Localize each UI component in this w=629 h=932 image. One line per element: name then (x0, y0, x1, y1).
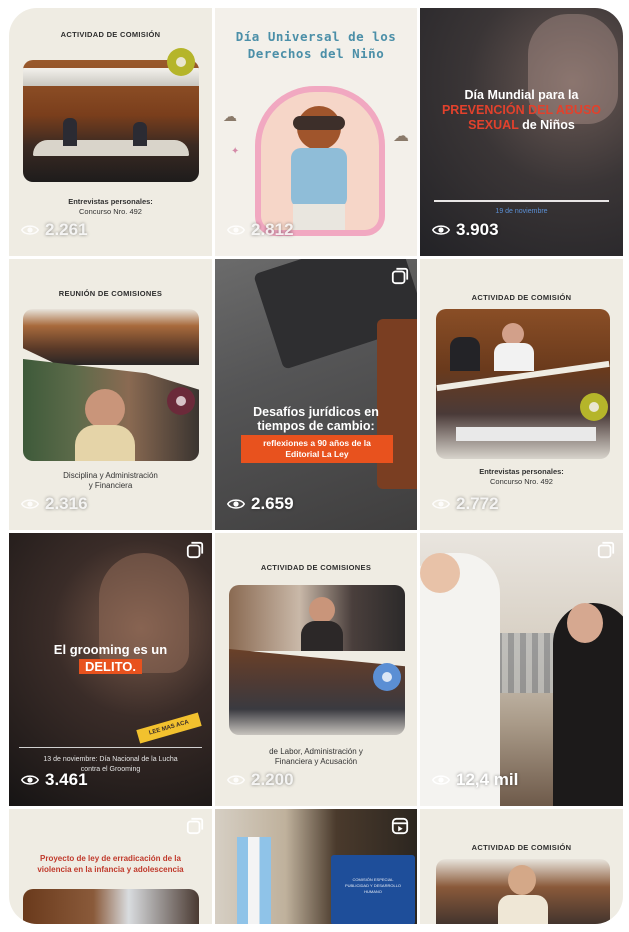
post-title: Proyecto de ley de erradicación de la vio… (37, 854, 184, 874)
eye-icon (21, 225, 39, 235)
meeting-photo (23, 309, 199, 365)
carousel-icon (186, 817, 204, 835)
post-tile-6[interactable]: ACTIVIDAD DE COMISIÓN Entrevistas person… (420, 259, 623, 530)
view-count: 2.659 (227, 494, 294, 514)
post-title: Desafíos jurídicos en tiempos de cambio: (253, 405, 379, 433)
divider (19, 747, 202, 748)
view-count: 2.316 (21, 494, 88, 514)
post-caption: de Labor, Administración y Financiera y A… (269, 747, 363, 766)
eye-icon (432, 775, 450, 785)
speaker-photo (23, 889, 199, 924)
book-photo (377, 319, 417, 489)
eye-icon (227, 225, 245, 235)
eye-icon (21, 775, 39, 785)
screen-text: COMISIÓN ESPECIAL PUBLICIDAD Y DESARROLLO… (344, 877, 402, 894)
view-count: 2.261 (21, 220, 88, 240)
eye-icon (432, 499, 450, 509)
post-caption: Disciplina y Administración y Financiera (63, 471, 158, 490)
carousel-icon (391, 267, 409, 285)
post-header: REUNIÓN DE COMISIONES (58, 289, 163, 298)
cloud-doodle-icon: ☁ (223, 108, 237, 124)
post-title: Día Universal de los Derechos del Niño (235, 29, 397, 61)
pope-figure (420, 553, 500, 806)
carousel-icon (186, 541, 204, 559)
speaker-photo (229, 585, 405, 651)
eye-icon (21, 499, 39, 509)
seal-badge-icon (373, 663, 401, 691)
post-tile-4[interactable]: REUNIÓN DE COMISIONES Disciplina y Admin… (9, 259, 212, 530)
divider (434, 200, 609, 202)
view-count: 2.812 (227, 220, 294, 240)
post-header: ACTIVIDAD DE COMISIÓN (471, 843, 572, 852)
post-tile-12[interactable]: ACTIVIDAD DE COMISIÓN (420, 809, 623, 924)
read-more-tag: LEE MAS ACA (136, 712, 202, 744)
post-tile-3[interactable]: Día Mundial para la PREVENCIÓN DEL ABUSO… (420, 8, 623, 256)
post-title: El grooming es un DELITO. (53, 642, 168, 674)
view-count: 2.200 (227, 770, 294, 790)
post-caption: Entrevistas personales: Concurso Nro. 492 (479, 467, 564, 486)
post-title: Día Mundial para la PREVENCIÓN DEL ABUSO… (441, 88, 602, 132)
seal-badge-icon (580, 393, 608, 421)
post-tile-1[interactable]: ACTIVIDAD DE COMISIÓN Entrevistas person… (9, 8, 212, 256)
meeting-photo (23, 60, 199, 182)
post-ribbon: reflexiones a 90 años de la Editorial La … (241, 435, 393, 463)
reels-icon (391, 817, 409, 835)
seal-badge-icon (167, 48, 195, 76)
view-count: 2.772 (432, 494, 499, 514)
screen-display: COMISIÓN ESPECIAL PUBLICIDAD Y DESARROLLO… (331, 855, 415, 924)
view-count: 12,4 mil (432, 770, 518, 790)
post-tile-10[interactable]: Proyecto de ley de erradicación de la vio… (9, 809, 212, 924)
woman-figure (553, 603, 623, 806)
post-grid: ACTIVIDAD DE COMISIÓN Entrevistas person… (9, 8, 623, 924)
post-tile-7[interactable]: El grooming es un DELITO. LEE MAS ACA 13… (9, 533, 212, 806)
post-tile-9[interactable]: 12,4 mil (420, 533, 623, 806)
eye-icon (432, 225, 450, 235)
post-caption: Entrevistas personales: Concurso Nro. 492 (68, 197, 153, 216)
flag-photo (237, 837, 271, 924)
post-date: 19 de noviembre (495, 208, 548, 215)
eye-icon (227, 775, 245, 785)
post-tile-5[interactable]: Desafíos jurídicos en tiempos de cambio: … (215, 259, 417, 530)
meeting-photo (229, 649, 405, 735)
post-header: ACTIVIDAD DE COMISIÓN (471, 293, 572, 302)
speaker-photo (436, 859, 610, 924)
post-header: ACTIVIDAD DE COMISIONES (260, 563, 372, 572)
star-doodle-icon: ✦ (231, 146, 240, 157)
carousel-icon (597, 541, 615, 559)
child-illustration (255, 86, 385, 236)
seal-badge-icon (167, 387, 195, 415)
post-header: ACTIVIDAD DE COMISIÓN (60, 30, 161, 39)
meeting-photo (436, 309, 610, 459)
post-tile-2[interactable]: Día Universal de los Derechos del Niño ☁ … (215, 8, 417, 256)
view-count: 3.461 (21, 770, 88, 790)
post-tile-8[interactable]: ACTIVIDAD DE COMISIONES de Labor, Admini… (215, 533, 417, 806)
cloud-doodle-icon: ☁ (393, 128, 409, 145)
view-count: 3.903 (432, 220, 499, 240)
eye-icon (227, 499, 245, 509)
post-tile-11[interactable]: COMISIÓN ESPECIAL PUBLICIDAD Y DESARROLLO… (215, 809, 417, 924)
